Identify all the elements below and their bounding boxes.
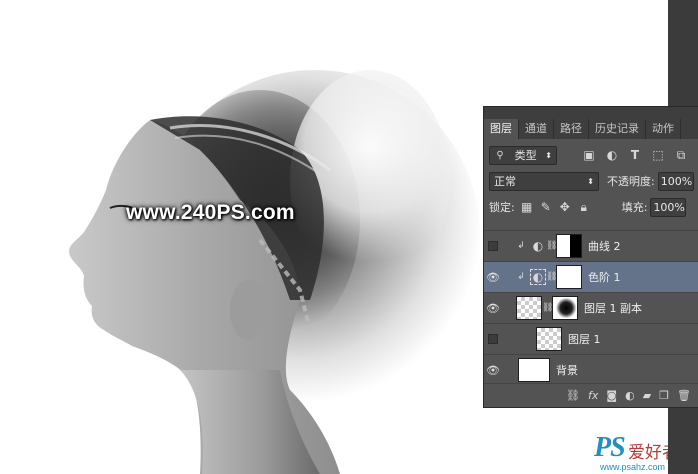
filter-type-select[interactable]: ⚲ 类型 ⬍ xyxy=(489,145,557,165)
layers-list: ↲ ◐ ⛓︎ 曲线 2 👁︎ ↲ ◐ ⛓︎ 色阶 1 👁︎ ⛓︎ 图层 1 副本 xyxy=(484,230,698,382)
eye-icon: 👁︎ xyxy=(486,270,500,284)
fill-input[interactable]: 100% xyxy=(650,197,687,217)
site-logo: PS 爱好者 www.psahz.com xyxy=(594,432,668,472)
filter-row: ⚲ 类型 ⬍ ▣ ◐ T ⬚ ⧉ xyxy=(484,143,698,167)
curves-adjustment-icon: ◐ xyxy=(532,239,544,253)
opacity-label: 不透明度: xyxy=(607,175,655,188)
opacity-value: 100% xyxy=(660,174,693,188)
new-group-icon[interactable]: ▰ xyxy=(643,389,651,402)
layer-name: 背景 xyxy=(556,364,578,377)
chain-link-icon[interactable]: ⛓︎ xyxy=(546,241,557,251)
blend-mode-value: 正常 xyxy=(494,175,516,188)
hidden-box-icon xyxy=(488,241,498,251)
opacity-input[interactable]: 100% xyxy=(657,171,694,191)
tab-actions[interactable]: 动作 xyxy=(646,119,681,139)
layer-name: 曲线 2 xyxy=(588,240,621,253)
levels-adjustment-icon: ◐ xyxy=(530,269,546,285)
updown-arrows-icon: ⬍ xyxy=(587,176,594,186)
layer-row-curves-2[interactable]: ↲ ◐ ⛓︎ 曲线 2 xyxy=(484,230,698,261)
lock-image-icon[interactable]: ✎ xyxy=(538,199,554,215)
layer-mask-thumbnail[interactable] xyxy=(552,296,578,320)
layer-mask-thumbnail[interactable] xyxy=(556,265,582,289)
blend-row: 正常 ⬍ 不透明度: 100% xyxy=(484,169,698,193)
lock-label: 锁定: xyxy=(489,201,515,214)
link-layers-icon[interactable]: ⛓︎ xyxy=(566,389,580,402)
hidden-box-icon xyxy=(488,334,498,344)
chain-link-icon[interactable]: ⛓︎ xyxy=(542,303,553,313)
tab-layers[interactable]: 图层 xyxy=(484,119,519,139)
visibility-toggle[interactable]: 👁︎ xyxy=(484,355,502,386)
logo-ps: PS xyxy=(594,432,626,463)
lock-all-icon[interactable]: 🔒︎ xyxy=(576,199,592,215)
visibility-toggle[interactable] xyxy=(484,324,502,355)
layer-row-levels-1[interactable]: 👁︎ ↲ ◐ ⛓︎ 色阶 1 xyxy=(484,261,698,292)
layer-thumbnail[interactable] xyxy=(536,327,562,351)
type-filter-icon[interactable]: T xyxy=(627,147,643,163)
panel-header-bar[interactable] xyxy=(484,107,698,117)
visibility-toggle[interactable]: 👁︎ xyxy=(484,262,502,293)
new-adjustment-icon[interactable]: ◐ xyxy=(625,389,635,402)
shape-filter-icon[interactable]: ⬚ xyxy=(650,147,666,163)
image-filter-icon[interactable]: ▣ xyxy=(581,147,597,163)
blend-mode-select[interactable]: 正常 ⬍ xyxy=(489,171,599,191)
smart-object-filter-icon[interactable]: ⧉ xyxy=(673,147,689,163)
clip-arrow-icon: ↲ xyxy=(517,272,525,282)
watermark-text: www.240PS.com xyxy=(126,201,295,224)
search-icon: ⚲ xyxy=(496,149,504,161)
filter-type-label: 类型 xyxy=(514,149,537,162)
eye-icon: 👁︎ xyxy=(486,363,500,377)
clip-arrow-icon: ↲ xyxy=(517,241,525,251)
layers-bottom-toolbar: ⛓︎ fx ◙ ◐ ▰ ❐ 🗑︎ xyxy=(484,383,698,407)
fill-label: 填充: xyxy=(621,201,648,214)
logo-url: www.psahz.com xyxy=(600,462,666,472)
eye-icon: 👁︎ xyxy=(486,301,500,315)
tab-channels[interactable]: 通道 xyxy=(519,119,554,139)
layer-row-background[interactable]: 👁︎ 背景 xyxy=(484,354,698,385)
fx-icon[interactable]: fx xyxy=(588,389,598,402)
visibility-toggle[interactable]: 👁︎ xyxy=(484,293,502,324)
tab-paths[interactable]: 路径 xyxy=(554,119,589,139)
logo-chinese: 爱好者 xyxy=(628,443,668,463)
layer-thumbnail[interactable] xyxy=(516,296,542,320)
layer-mask-thumbnail[interactable] xyxy=(556,234,582,258)
add-mask-icon[interactable]: ◙ xyxy=(606,389,617,402)
delete-layer-icon[interactable]: 🗑︎ xyxy=(677,389,691,402)
layer-name: 图层 1 副本 xyxy=(584,302,642,315)
fill-value: 100% xyxy=(653,200,685,214)
new-layer-icon[interactable]: ❐ xyxy=(659,389,669,402)
panel-tabs: 图层 通道 路径 历史记录 动作 xyxy=(484,117,698,139)
layer-row-layer-1[interactable]: 图层 1 xyxy=(484,323,698,354)
lock-row: 锁定: ▦ ✎ ✥ 🔒︎ 填充: 100% xyxy=(484,195,698,219)
layers-panel: 图层 通道 路径 历史记录 动作 ⚲ 类型 ⬍ ▣ ◐ T ⬚ ⧉ 正常 ⬍ 不… xyxy=(483,106,698,408)
layer-row-layer-1-copy[interactable]: 👁︎ ⛓︎ 图层 1 副本 xyxy=(484,292,698,323)
chain-link-icon[interactable]: ⛓︎ xyxy=(546,272,557,282)
layer-name: 色阶 1 xyxy=(588,271,621,284)
layer-thumbnail[interactable] xyxy=(518,358,550,382)
layer-name: 图层 1 xyxy=(568,333,601,346)
visibility-toggle[interactable] xyxy=(484,231,502,262)
updown-arrows-icon: ⬍ xyxy=(545,150,552,160)
lock-transparent-icon[interactable]: ▦ xyxy=(519,199,535,215)
tab-history[interactable]: 历史记录 xyxy=(589,119,646,139)
lock-position-icon[interactable]: ✥ xyxy=(557,199,573,215)
adjustment-filter-icon[interactable]: ◐ xyxy=(604,147,620,163)
